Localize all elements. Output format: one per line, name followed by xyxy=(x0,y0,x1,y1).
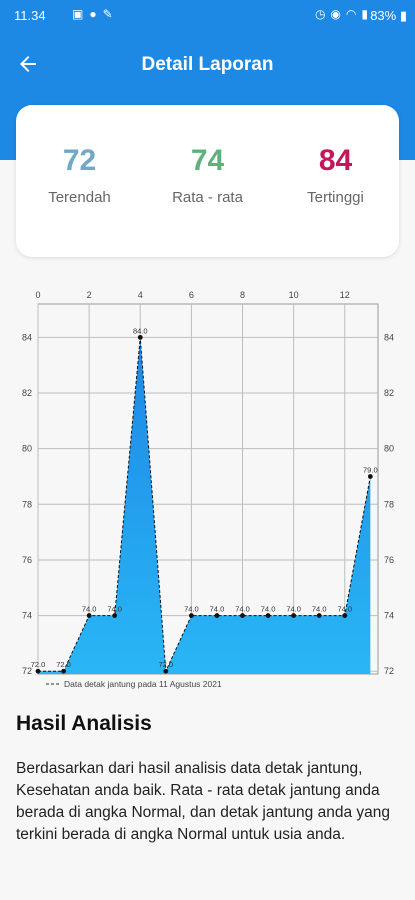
battery-level: 83% xyxy=(370,8,397,23)
stat-average-label: Rata - rata xyxy=(172,189,243,206)
stat-average: 74 Rata - rata xyxy=(144,143,271,206)
data-point xyxy=(291,613,297,618)
tools-icon: ✎ xyxy=(102,7,119,21)
stat-highest: 84 Tertinggi xyxy=(272,143,399,206)
x-tick-label: 4 xyxy=(138,290,143,300)
data-label: 74.0 xyxy=(261,605,276,614)
y-tick-label-left: 84 xyxy=(22,332,32,342)
y-tick-label-right: 72 xyxy=(384,666,394,676)
y-tick-label-right: 74 xyxy=(384,611,394,621)
y-tick-label-right: 84 xyxy=(384,332,394,342)
chart-svg: 0 2 4 6 8 10 1272 7274 7476 7678 7880 8082 8284 8472.… xyxy=(22,290,394,689)
status-bar: 11.34 ▣●✎ ◷◉◠▮ 83% ▮ xyxy=(0,0,415,32)
data-label: 74.0 xyxy=(235,605,250,614)
data-point xyxy=(35,668,41,674)
status-time: 11.34 xyxy=(14,8,46,23)
y-tick-label-left: 78 xyxy=(22,499,32,509)
data-point xyxy=(112,613,118,618)
stat-lowest-label: Terendah xyxy=(48,189,111,206)
stat-average-value: 74 xyxy=(190,144,225,177)
data-label: 74.0 xyxy=(337,605,352,614)
y-tick-label-left: 80 xyxy=(22,444,32,454)
battery-icon: 83% ▮ xyxy=(370,8,407,23)
alarm-icon: ◷ xyxy=(314,7,331,21)
location-icon: ◉ xyxy=(330,7,346,21)
data-label: 74.0 xyxy=(184,605,199,614)
data-point xyxy=(367,474,373,479)
legend-label: Data detak jantung pada 11 Agustus 2021 xyxy=(64,679,222,689)
data-point xyxy=(61,668,66,674)
notification-icon: ● xyxy=(89,7,103,21)
data-point xyxy=(342,613,348,618)
data-point xyxy=(163,668,169,674)
data-label: 72.0 xyxy=(56,660,71,669)
y-tick-label-left: 76 xyxy=(22,555,32,565)
status-left-icons: ▣●✎ xyxy=(72,7,119,21)
y-tick-label-right: 78 xyxy=(384,499,394,509)
data-label: 84.0 xyxy=(133,326,148,335)
data-label: 72.0 xyxy=(31,660,46,669)
series-area xyxy=(38,337,371,674)
x-tick-label: 8 xyxy=(240,290,245,300)
page-title: Detail Laporan xyxy=(141,54,274,75)
stat-highest-label: Tertinggi xyxy=(307,189,364,206)
data-point xyxy=(137,334,143,340)
x-tick-label: 2 xyxy=(87,290,92,300)
data-label: 74.0 xyxy=(107,605,122,614)
wifi-icon: ◠ xyxy=(345,7,362,21)
x-tick-label: 12 xyxy=(340,290,350,300)
data-point xyxy=(86,613,92,618)
data-label: 74.0 xyxy=(82,605,97,614)
analysis-body: Berdasarkan dari hasil analisis data det… xyxy=(16,760,390,843)
data-point xyxy=(265,613,271,618)
y-tick-label-right: 76 xyxy=(384,555,394,565)
heart-rate-chart: 0 2 4 6 8 10 12 72 72 74 74 76 76 78 78 80 80 82 82 84 84 72.… xyxy=(8,282,407,702)
data-point xyxy=(316,613,322,618)
x-tick-label: 10 xyxy=(289,290,299,300)
data-point xyxy=(240,613,245,618)
y-tick-label-left: 74 xyxy=(22,611,32,621)
analysis-title: Hasil Analisis xyxy=(16,712,152,735)
toolbar: Detail Laporan xyxy=(0,40,415,90)
data-point xyxy=(188,613,194,618)
stat-lowest-value: 72 xyxy=(62,144,97,177)
y-tick-label-right: 80 xyxy=(384,444,394,454)
x-tick-label: 6 xyxy=(189,290,194,300)
gallery-icon: ▣ xyxy=(72,7,90,21)
data-label: 74.0 xyxy=(286,605,301,614)
summary-card: 72 Terendah 74 Rata - rata 84 Tertinggi xyxy=(16,105,399,257)
data-label: 74.0 xyxy=(312,605,327,614)
data-label: 79.0 xyxy=(363,465,378,474)
stat-lowest: 72 Terendah xyxy=(16,143,143,206)
data-label: 74.0 xyxy=(210,605,225,614)
data-point xyxy=(214,613,220,618)
data-label: 72.0 xyxy=(159,660,174,669)
stat-highest-value: 84 xyxy=(318,144,353,177)
x-tick-label: 0 xyxy=(35,290,40,300)
status-right-icons: ◷◉◠▮ xyxy=(315,7,373,21)
y-tick-label-right: 82 xyxy=(384,388,394,398)
y-tick-label-left: 82 xyxy=(22,388,32,398)
